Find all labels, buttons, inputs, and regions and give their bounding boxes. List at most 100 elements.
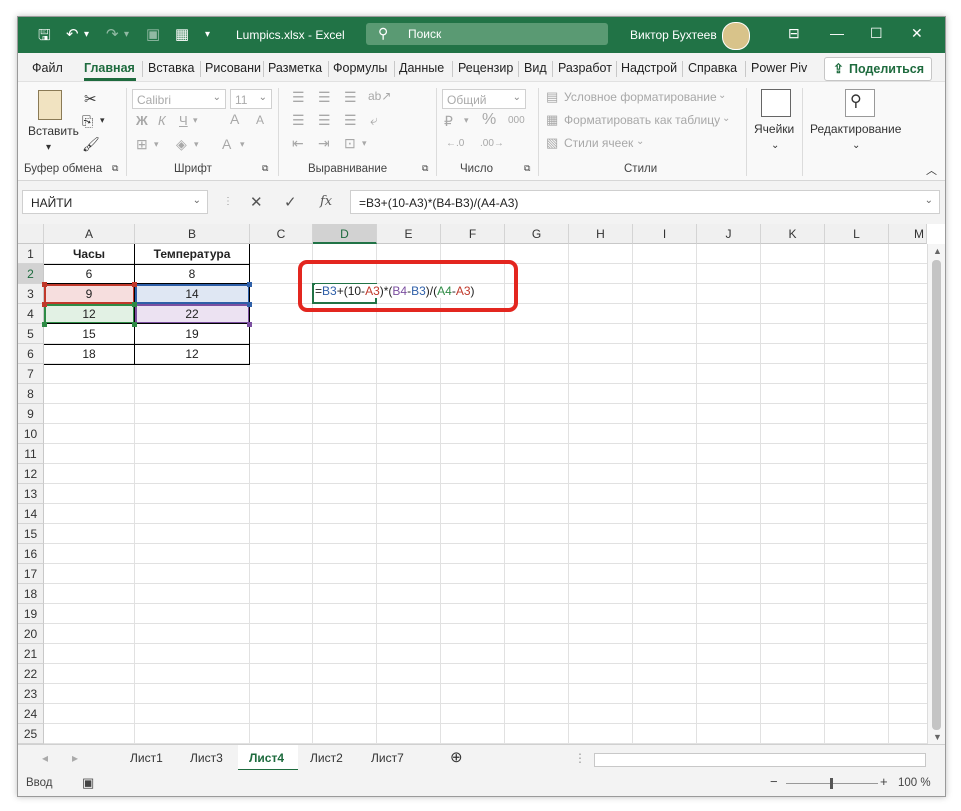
row-header[interactable]: 25 <box>18 724 44 744</box>
tab-addins[interactable]: Надстрой <box>621 61 677 75</box>
sheet-tab[interactable]: Лист2 <box>310 751 343 765</box>
search-box[interactable]: ⚲ Поиск <box>366 23 608 45</box>
undo-dropdown-icon[interactable]: ▾ <box>84 29 89 40</box>
close-icon[interactable]: ✕ <box>911 25 923 42</box>
align-bottom-icon[interactable]: ☰ <box>344 89 357 106</box>
chevron-down-icon[interactable]: ⌄ <box>771 140 779 151</box>
column-header-a[interactable]: A <box>44 224 135 244</box>
font-name-dropdown[interactable]: Calibri ⌄ <box>132 89 226 109</box>
column-header-b[interactable]: B <box>135 224 250 244</box>
tab-help[interactable]: Справка <box>688 61 737 75</box>
row-header[interactable]: 8 <box>18 384 44 404</box>
table-cell[interactable]: 12 <box>135 344 249 364</box>
column-header-d[interactable]: D <box>313 224 377 244</box>
zoom-slider-thumb[interactable] <box>830 778 833 789</box>
clipboard-launcher-icon[interactable]: ⧉ <box>112 163 118 174</box>
tab-view[interactable]: Вид <box>524 61 547 75</box>
chevron-down-icon[interactable]: ⌄ <box>636 136 644 147</box>
format-painter-icon[interactable]: 🖌 <box>82 136 100 153</box>
range-handle[interactable] <box>42 282 47 287</box>
column-header-h[interactable]: H <box>569 224 633 244</box>
table-cell[interactable]: 14 <box>135 284 249 304</box>
horizontal-scrollbar[interactable] <box>594 753 926 767</box>
tab-draw[interactable]: Рисовани <box>205 61 261 75</box>
column-header-l[interactable]: L <box>825 224 889 244</box>
user-name[interactable]: Виктор Бухтеев <box>630 28 717 42</box>
row-header[interactable]: 14 <box>18 504 44 524</box>
table-cell[interactable]: 15 <box>44 324 134 344</box>
orientation-icon[interactable]: ab↗ <box>368 89 391 103</box>
row-header[interactable]: 19 <box>18 604 44 624</box>
camera-icon[interactable]: ▣ <box>146 25 160 43</box>
fill-color-icon[interactable]: ◈ <box>176 136 187 153</box>
chevron-down-icon[interactable]: ⌄ <box>852 140 860 151</box>
spreadsheet-grid[interactable]: A B C D E F G H I J K L M 1 2 3 4 5 6 7 … <box>18 224 945 744</box>
tab-developer[interactable]: Разработ <box>558 61 612 75</box>
share-button[interactable]: ⇪ Поделиться <box>824 57 932 81</box>
select-all-corner[interactable] <box>18 224 44 244</box>
tab-formulas[interactable]: Формулы <box>333 61 387 75</box>
expand-formula-icon[interactable]: ⌄ <box>925 195 933 206</box>
tab-home[interactable]: Главная <box>84 61 135 75</box>
header-cell-b1[interactable]: Температура <box>135 244 249 264</box>
row-header[interactable]: 16 <box>18 544 44 564</box>
row-header[interactable]: 20 <box>18 624 44 644</box>
avatar[interactable] <box>722 22 750 50</box>
next-sheet-icon[interactable]: ▸ <box>72 751 78 765</box>
scroll-thumb[interactable] <box>932 260 941 730</box>
vertical-scrollbar[interactable]: ▲ ▼ <box>927 244 945 744</box>
tab-data[interactable]: Данные <box>399 61 444 75</box>
underline-button[interactable]: Ч <box>179 113 188 128</box>
table-cell[interactable]: 9 <box>44 284 134 304</box>
insert-function-button[interactable]: fx <box>320 194 332 209</box>
table-cell[interactable]: 22 <box>135 304 249 324</box>
chevron-down-icon[interactable]: ⌄ <box>718 90 726 101</box>
row-header[interactable]: 13 <box>18 484 44 504</box>
column-header-f[interactable]: F <box>441 224 505 244</box>
table-cell[interactable]: 6 <box>44 264 134 284</box>
tab-power-pivot[interactable]: Power Piv <box>751 61 807 75</box>
range-handle[interactable] <box>42 302 47 307</box>
align-right-icon[interactable]: ☰ <box>344 112 357 129</box>
font-shrink-button[interactable]: A <box>256 113 264 127</box>
minimize-icon[interactable]: — <box>830 25 844 41</box>
column-header-j[interactable]: J <box>697 224 761 244</box>
row-header[interactable]: 17 <box>18 564 44 584</box>
tab-review[interactable]: Рецензир <box>458 61 513 75</box>
currency-dropdown-icon[interactable]: ▾ <box>464 115 469 126</box>
column-header-k[interactable]: K <box>761 224 825 244</box>
row-header[interactable]: 12 <box>18 464 44 484</box>
name-box[interactable]: НАЙТИ ⌄ <box>22 190 208 214</box>
ribbon-display-icon[interactable]: ⊟ <box>788 25 800 42</box>
header-cell-a1[interactable]: Часы <box>44 244 134 264</box>
row-header[interactable]: 7 <box>18 364 44 384</box>
table-cell[interactable]: 19 <box>135 324 249 344</box>
row-header[interactable]: 24 <box>18 704 44 724</box>
alignment-launcher-icon[interactable]: ⧉ <box>422 163 428 174</box>
conditional-format-icon[interactable]: ▤ <box>546 89 558 105</box>
align-top-icon[interactable]: ☰ <box>292 89 305 106</box>
sheet-tab[interactable]: Лист1 <box>130 751 163 765</box>
borders-icon[interactable]: ⊞ <box>136 136 148 153</box>
row-header[interactable]: 3 <box>18 284 44 304</box>
merge-dropdown-icon[interactable]: ▾ <box>362 138 367 149</box>
column-header-e[interactable]: E <box>377 224 441 244</box>
sheet-tab[interactable]: Лист3 <box>190 751 223 765</box>
more-sheets-icon[interactable]: ⋮ <box>574 751 586 765</box>
row-header[interactable]: 1 <box>18 244 44 264</box>
increase-indent-icon[interactable]: ⇥ <box>318 135 330 152</box>
cells-button[interactable]: Ячейки <box>754 122 794 136</box>
maximize-icon[interactable]: ☐ <box>870 25 883 42</box>
borders-dropdown-icon[interactable]: ▾ <box>154 139 159 150</box>
align-center-icon[interactable]: ☰ <box>318 112 331 129</box>
paste-button[interactable]: Вставить <box>28 124 79 138</box>
column-header-g[interactable]: G <box>505 224 569 244</box>
row-header[interactable]: 9 <box>18 404 44 424</box>
undo-icon[interactable]: ↶ <box>66 25 79 43</box>
column-header-m[interactable]: M <box>889 224 927 244</box>
column-header-c[interactable]: C <box>250 224 313 244</box>
fill-dropdown-icon[interactable]: ▾ <box>194 139 199 150</box>
paste-icon[interactable] <box>38 90 62 120</box>
prev-sheet-icon[interactable]: ◂ <box>42 751 48 765</box>
number-launcher-icon[interactable]: ⧉ <box>524 163 530 174</box>
